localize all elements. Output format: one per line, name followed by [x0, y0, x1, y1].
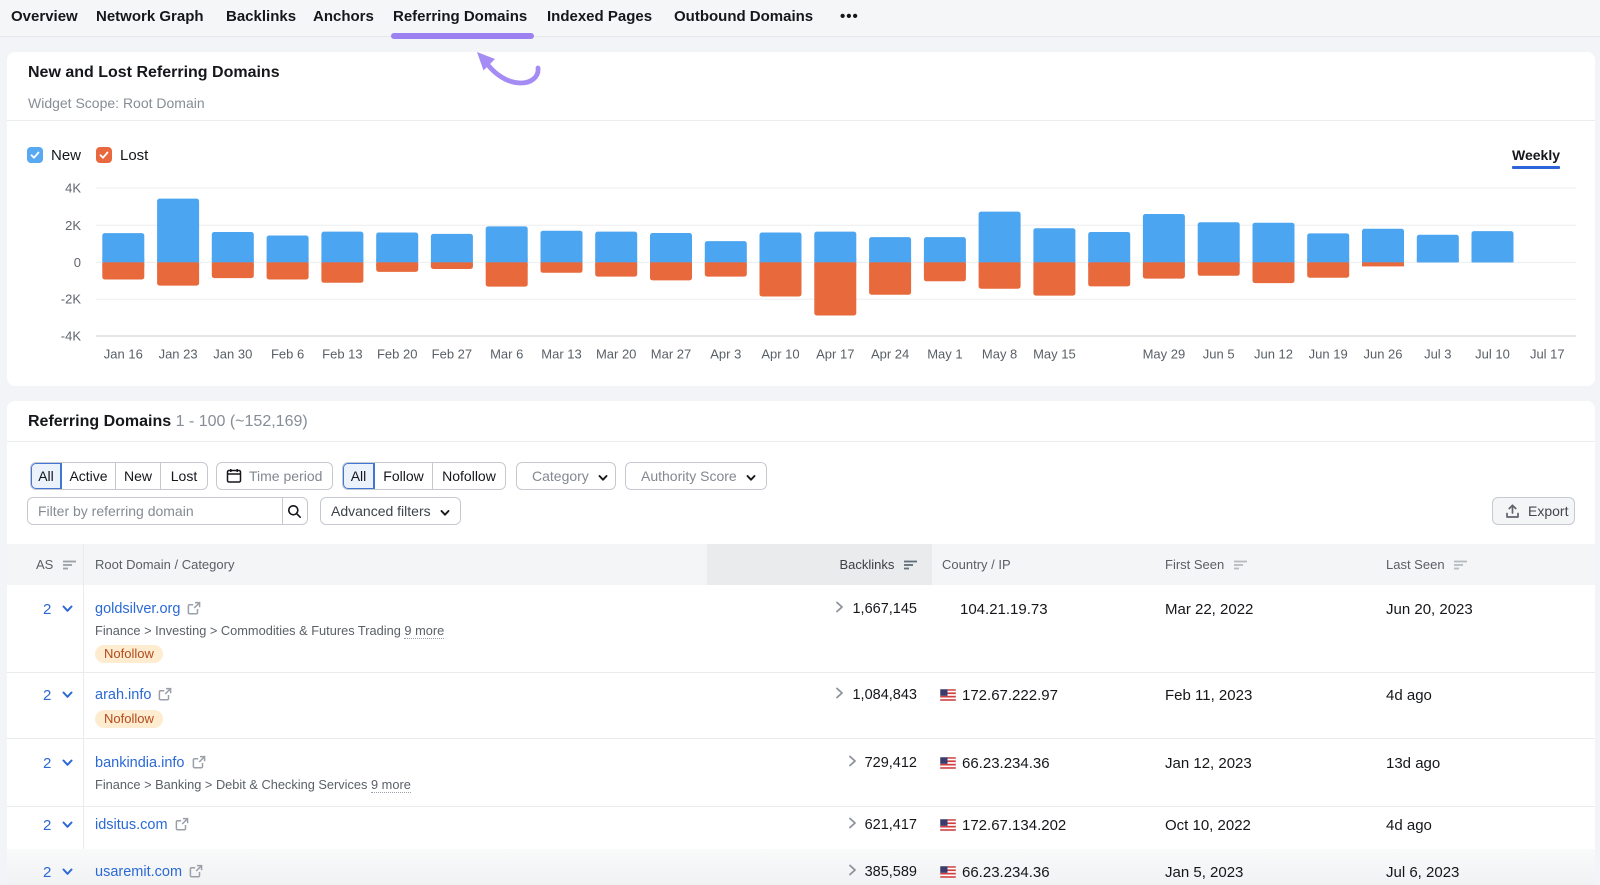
svg-text:May 1: May 1: [927, 347, 962, 362]
svg-text:Mar 6: Mar 6: [490, 347, 523, 362]
svg-text:Feb 6: Feb 6: [271, 347, 304, 362]
svg-text:Apr 17: Apr 17: [816, 347, 854, 362]
svg-text:Jan 16: Jan 16: [104, 347, 143, 362]
svg-text:0: 0: [74, 255, 81, 270]
svg-text:Feb 20: Feb 20: [377, 347, 417, 362]
svg-text:Mar 13: Mar 13: [541, 347, 581, 362]
svg-text:Jan 23: Jan 23: [159, 347, 198, 362]
svg-text:May 29: May 29: [1143, 347, 1186, 362]
svg-text:Feb 13: Feb 13: [322, 347, 362, 362]
svg-text:May 15: May 15: [1033, 347, 1076, 362]
svg-text:4K: 4K: [65, 181, 81, 196]
svg-text:Mar 20: Mar 20: [596, 347, 636, 362]
svg-text:Jul 10: Jul 10: [1475, 347, 1510, 362]
svg-text:Jun 12: Jun 12: [1254, 347, 1293, 362]
svg-text:2K: 2K: [65, 218, 81, 233]
svg-text:Apr 10: Apr 10: [761, 347, 799, 362]
svg-text:Mar 27: Mar 27: [651, 347, 691, 362]
svg-text:Feb 27: Feb 27: [432, 347, 472, 362]
svg-text:Apr 3: Apr 3: [710, 347, 741, 362]
svg-text:Jul 3: Jul 3: [1424, 347, 1451, 362]
svg-text:Jun 5: Jun 5: [1203, 347, 1235, 362]
svg-text:Jun 19: Jun 19: [1309, 347, 1348, 362]
svg-text:-2K: -2K: [61, 292, 82, 307]
svg-text:Jan 30: Jan 30: [213, 347, 252, 362]
svg-text:Apr 24: Apr 24: [871, 347, 909, 362]
svg-text:Jun 26: Jun 26: [1363, 347, 1402, 362]
svg-text:Jul 17: Jul 17: [1530, 347, 1565, 362]
svg-text:May 8: May 8: [982, 347, 1017, 362]
svg-text:-4K: -4K: [61, 329, 82, 344]
